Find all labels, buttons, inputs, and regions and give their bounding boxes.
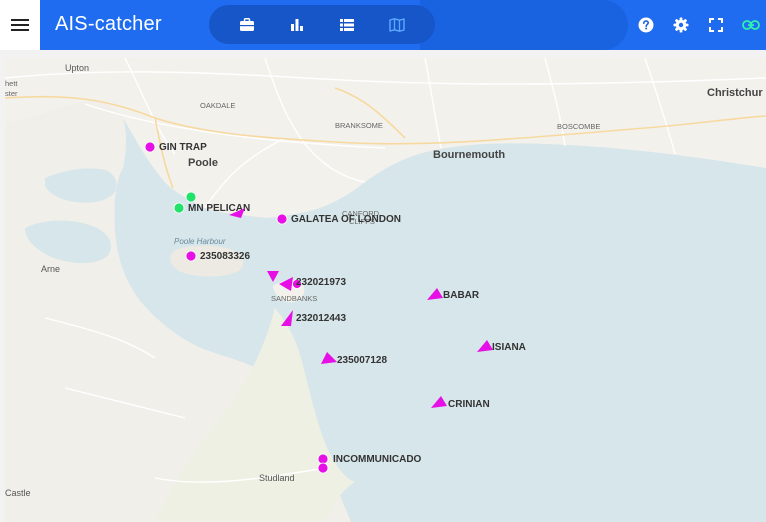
- bar-chart-icon: [291, 19, 303, 31]
- vessel-label: CRINIAN: [448, 399, 490, 410]
- vessel-label: BABAR: [443, 290, 480, 301]
- place-studland: Studland: [259, 473, 295, 483]
- menu-icon: [11, 16, 29, 34]
- tab-plots[interactable]: [287, 15, 307, 35]
- fullscreen-icon: [709, 18, 723, 32]
- place-christchurch: Christchur: [707, 87, 763, 99]
- vessel-235007128[interactable]: 235007128: [321, 352, 387, 366]
- place-oakdale: OAKDALE: [200, 101, 235, 110]
- place-poole-harbour: Poole Harbour: [174, 237, 226, 246]
- hamburger-menu-button[interactable]: [0, 0, 40, 50]
- vessel-label: 235083326: [200, 251, 250, 262]
- place-ster: ster: [5, 89, 18, 98]
- vessel-label: 232012443: [296, 313, 346, 324]
- place-upton: Upton: [65, 63, 89, 73]
- vessel-galatea-of-london[interactable]: GALATEA OF LONDON: [276, 213, 401, 225]
- help-button[interactable]: [636, 15, 656, 35]
- link-icon: [742, 20, 760, 30]
- tab-map[interactable]: [387, 15, 407, 35]
- place-branksome: BRANKSOME: [335, 121, 383, 130]
- vessel-crinian[interactable]: CRINIAN: [431, 396, 490, 410]
- list-icon: [340, 19, 354, 31]
- briefcase-icon: [240, 18, 254, 31]
- vessel-label: INCOMMUNICADO: [333, 454, 422, 465]
- vessel-label: 235007128: [337, 355, 387, 366]
- place-hett: hett: [5, 79, 18, 88]
- map-view[interactable]: Upton hett ster OAKDALE BRANKSOME BOSCOM…: [5, 58, 766, 522]
- app-title: AIS-catcher: [55, 13, 162, 35]
- top-bar: AIS-catcher: [0, 0, 766, 50]
- place-boscombe: BOSCOMBE: [557, 122, 600, 131]
- nav-highlight: [420, 0, 628, 50]
- nav-tab-bar: [209, 5, 435, 44]
- place-bournemouth: Bournemouth: [433, 149, 505, 161]
- help-icon: [638, 17, 654, 33]
- place-sandbanks: SANDBANKS: [271, 294, 317, 303]
- vessel-label: GIN TRAP: [159, 142, 207, 153]
- place-castle: Castle: [5, 488, 31, 498]
- header-separator: [40, 50, 766, 58]
- tab-vessel-list[interactable]: [337, 15, 357, 35]
- link-button[interactable]: [741, 15, 761, 35]
- place-poole: Poole: [188, 157, 218, 169]
- vessel-babar[interactable]: BABAR: [427, 288, 480, 301]
- vessel-label: ISIANA: [492, 342, 526, 353]
- settings-button[interactable]: [671, 15, 691, 35]
- gear-icon: [673, 17, 689, 33]
- tab-dashboard[interactable]: [237, 15, 257, 35]
- map-canvas[interactable]: Upton hett ster OAKDALE BRANKSOME BOSCOM…: [5, 58, 766, 522]
- map-icon: [389, 18, 405, 32]
- vessel-isiana[interactable]: ISIANA: [477, 340, 526, 353]
- vessel-label: GALATEA OF LONDON: [291, 214, 401, 225]
- vessel-label: 232021973: [296, 277, 346, 288]
- fullscreen-button[interactable]: [706, 15, 726, 35]
- place-arne: Arne: [41, 264, 60, 274]
- vessel-232012443[interactable]: 232012443: [281, 310, 346, 326]
